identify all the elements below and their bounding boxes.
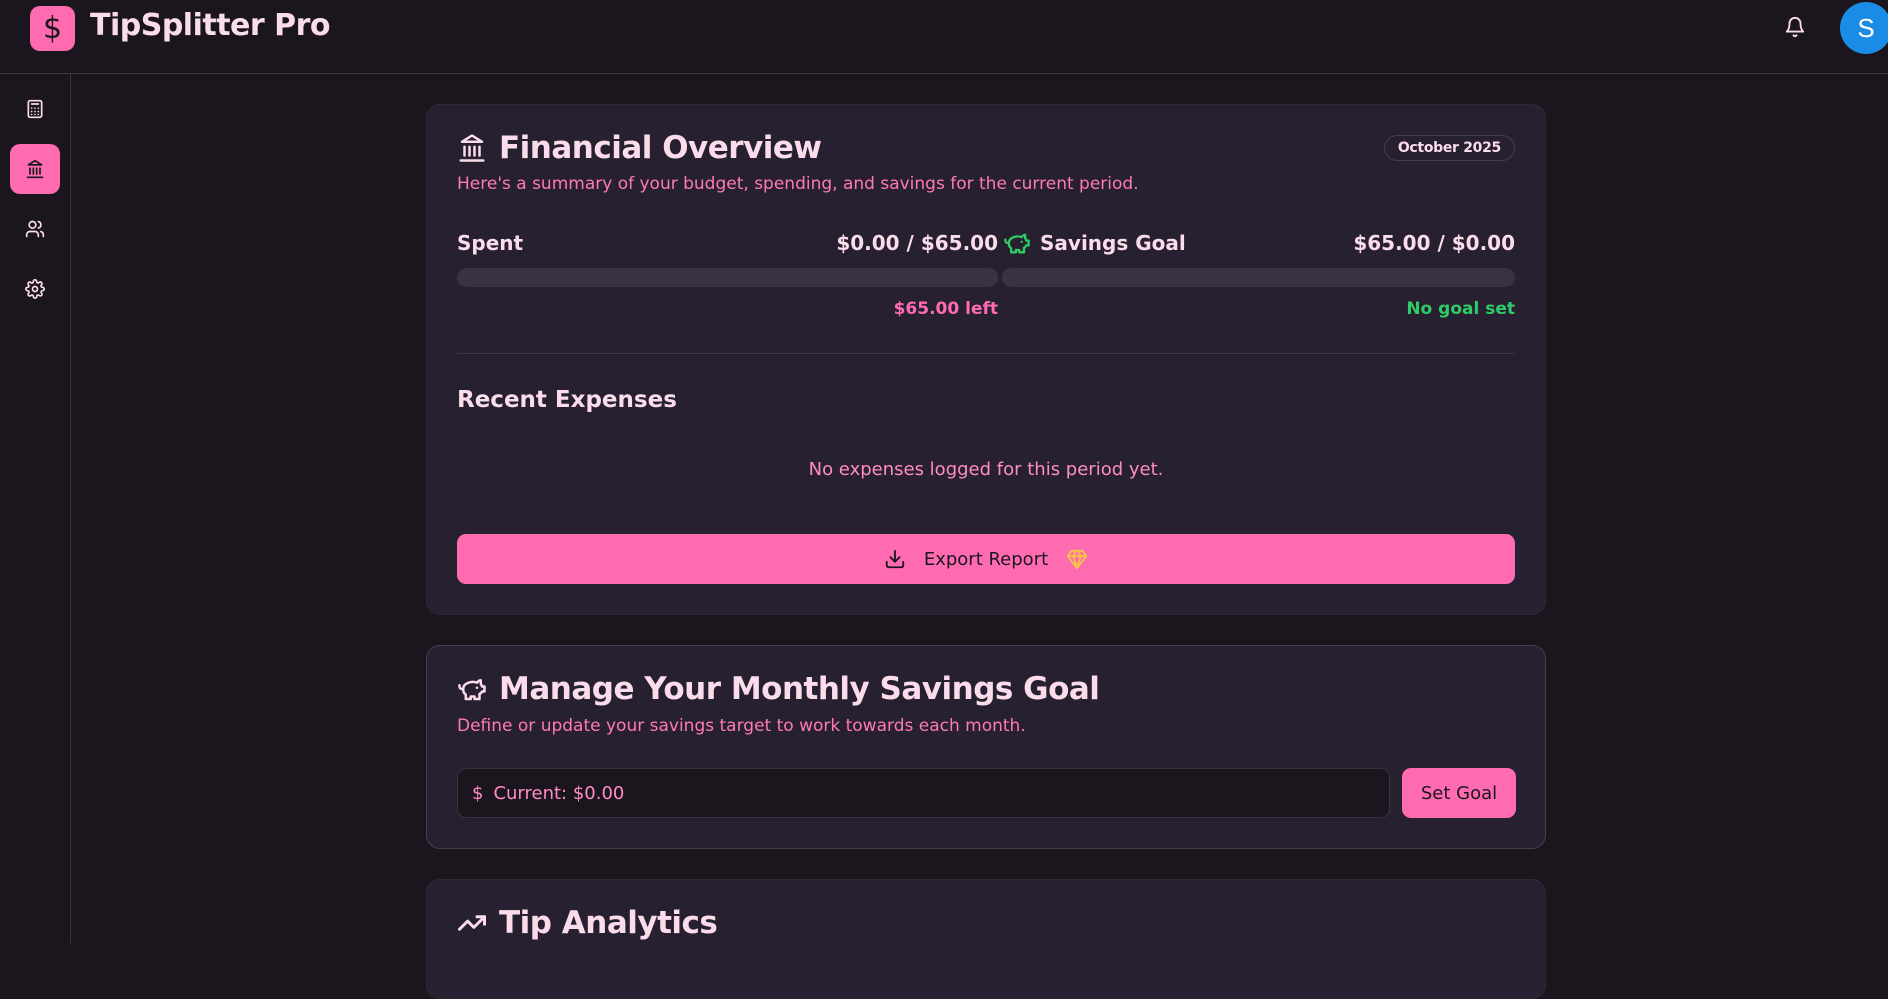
export-report-button[interactable]: Export Report bbox=[457, 534, 1515, 584]
export-report-label: Export Report bbox=[923, 548, 1049, 570]
period-badge: October 2025 bbox=[1383, 135, 1515, 161]
spent-label: Spent bbox=[457, 231, 523, 255]
bank-icon bbox=[26, 159, 44, 179]
bell-icon[interactable] bbox=[1784, 16, 1808, 40]
savings-goal-card: Manage Your Monthly Savings Goal Define … bbox=[426, 645, 1546, 849]
spent-label-text: Spent bbox=[457, 231, 524, 255]
spent-remaining: $65.00 left bbox=[893, 299, 998, 319]
trending-up-icon bbox=[458, 915, 486, 931]
download-icon bbox=[885, 549, 905, 569]
gear-icon bbox=[25, 279, 45, 299]
app-logo[interactable]: $ bbox=[30, 6, 75, 51]
user-avatar[interactable]: S bbox=[1840, 2, 1888, 54]
sidebar bbox=[0, 74, 71, 943]
empty-expenses-message: No expenses logged for this period yet. bbox=[808, 459, 1164, 480]
spent-progress-bar bbox=[457, 268, 998, 287]
savings-progress-bar bbox=[1002, 268, 1515, 287]
dollar-icon: $ bbox=[42, 11, 63, 46]
set-goal-button[interactable]: Set Goal bbox=[1402, 768, 1516, 818]
diamond-icon bbox=[1067, 549, 1088, 570]
savings-goal-input[interactable]: $ bbox=[457, 768, 1390, 818]
spent-value: $0.00 / $65.00 bbox=[836, 231, 998, 255]
sidebar-item-finance[interactable] bbox=[10, 144, 60, 194]
sidebar-item-people[interactable] bbox=[10, 204, 60, 254]
calculator-icon bbox=[27, 99, 43, 119]
recent-expenses-title: Recent Expenses bbox=[457, 387, 677, 413]
overview-title: Financial Overview bbox=[457, 130, 822, 166]
top-bar: $ TipSplitter Pro S bbox=[0, 0, 1888, 74]
divider bbox=[457, 353, 1515, 354]
tip-analytics-card: Tip Analytics bbox=[426, 879, 1546, 999]
bank-icon bbox=[459, 134, 485, 162]
sidebar-item-settings[interactable] bbox=[10, 264, 60, 314]
users-icon bbox=[25, 220, 45, 238]
dollar-icon: $ bbox=[472, 782, 484, 804]
overview-subtitle: Here's a summary of your budget, spendin… bbox=[457, 174, 1139, 194]
piggy-bank-icon bbox=[1004, 233, 1030, 254]
sidebar-item-calculator[interactable] bbox=[10, 84, 60, 134]
savings-goal-field[interactable] bbox=[493, 782, 1354, 804]
piggy-bank-icon bbox=[458, 679, 486, 701]
savings-label: Savings Goal bbox=[1002, 229, 1186, 257]
savings-goal-title-text: Manage Your Monthly Savings Goal bbox=[499, 671, 1100, 707]
overview-title-text: Financial Overview bbox=[499, 130, 822, 166]
tip-analytics-title: Tip Analytics bbox=[457, 905, 718, 941]
savings-value: $65.00 / $0.00 bbox=[1353, 231, 1515, 255]
savings-goal-subtitle: Define or update your savings target to … bbox=[457, 716, 1026, 736]
financial-overview-card: Financial Overview October 2025 Here's a… bbox=[426, 104, 1546, 615]
app-title[interactable]: TipSplitter Pro bbox=[90, 8, 331, 43]
tip-analytics-title-text: Tip Analytics bbox=[499, 905, 718, 941]
savings-note: No goal set bbox=[1406, 299, 1515, 319]
savings-goal-title: Manage Your Monthly Savings Goal bbox=[457, 671, 1100, 707]
savings-label-text: Savings Goal bbox=[1040, 231, 1186, 255]
